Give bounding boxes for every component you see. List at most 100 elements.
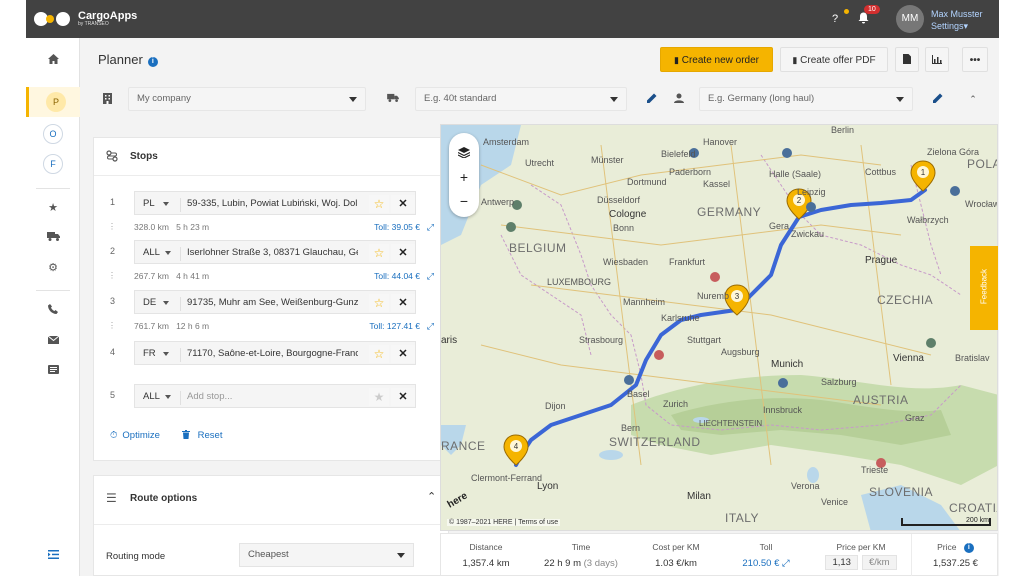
info-icon[interactable]: i [963, 543, 974, 553]
favorite-star-icon[interactable]: ☆ [369, 294, 389, 312]
route-map[interactable]: 1 2 3 4 + − Amsterdam Utrecht Antwerp BE… [440, 124, 998, 531]
expand-icon[interactable]: ⤢ [427, 271, 434, 282]
help-icon[interactable]: ? [828, 12, 842, 26]
ellipsis-icon: ••• [969, 55, 981, 66]
trash-icon [182, 430, 193, 441]
remove-stop-icon[interactable]: ✕ [391, 388, 415, 406]
map-label: Wałbrzych [907, 215, 949, 225]
map-label: Wiesbaden [603, 257, 649, 267]
home-icon[interactable] [40, 48, 66, 74]
favorite-star-icon[interactable]: ☆ [369, 195, 389, 213]
stop-address-input[interactable]: Iserlohner Straße 3, 08371 Glauchau, Ger… [180, 247, 358, 261]
logo[interactable]: CargoApps by TRANSEO [34, 8, 137, 30]
map-label: Trieste [861, 465, 889, 475]
create-offer-pdf-button[interactable]: ▮ Create offer PDF [780, 47, 888, 72]
map-label: Paderborn [669, 167, 712, 177]
mail-icon[interactable] [40, 328, 66, 354]
layers-icon[interactable] [449, 141, 479, 165]
feedback-tab[interactable]: Feedback [970, 246, 998, 330]
vehicle-select[interactable]: E.g. 40t standard [415, 87, 627, 111]
expand-icon[interactable]: ⤢ [427, 222, 434, 233]
optimize-button[interactable]: ⏱ Optimize [110, 430, 160, 441]
summary-cost: Cost per KM 1.03 €/km [631, 534, 721, 576]
region-select[interactable]: E.g. Germany (long haul) [699, 87, 913, 111]
truck-icon[interactable] [40, 225, 66, 251]
chevron-up-icon[interactable]: ⌃ [427, 490, 436, 503]
map-copyright[interactable]: © 1987–2021 HERE | Terms of use [447, 519, 561, 526]
avatar[interactable]: MM [896, 5, 924, 33]
routing-mode-select[interactable]: Cheapest [239, 543, 414, 567]
map-label: Wrocław [965, 199, 998, 209]
gear-icon[interactable]: ⚙ [40, 255, 66, 281]
user-menu[interactable]: Max Musster Settings▾ [931, 8, 983, 32]
summary-toll-value[interactable]: 210.50 € ⤢ [721, 558, 811, 569]
remove-stop-icon[interactable]: ✕ [391, 244, 415, 262]
zoom-in-button[interactable]: + [449, 165, 479, 189]
leg-toll[interactable]: Toll: 39.05 € [374, 222, 420, 232]
favorite-star-icon: ★ [369, 388, 389, 406]
price-per-km-input[interactable]: 1,13 [825, 555, 858, 570]
settings-link[interactable]: Settings▾ [931, 20, 983, 32]
map-label: Zwickau [791, 229, 825, 239]
chevron-down-icon [610, 97, 618, 102]
info-icon[interactable]: i [147, 57, 158, 67]
chevron-up-icon[interactable]: ⌃ [967, 93, 979, 105]
star-icon[interactable]: ★ [40, 195, 66, 221]
map-label: GERMANY [697, 205, 762, 219]
stop-address-input[interactable]: 71170, Saône-et-Loire, Bourgogne-Franche… [180, 348, 358, 362]
document-icon[interactable] [40, 358, 66, 384]
stop-address-input[interactable]: 59-335, Lubin, Powiat Lubiński, Woj. Dol… [180, 198, 358, 212]
favorite-star-icon[interactable]: ☆ [369, 244, 389, 262]
country-select[interactable]: ALL [143, 391, 160, 402]
chevron-down-icon [163, 202, 169, 206]
add-stop-input[interactable]: Add stop... [180, 391, 358, 405]
stops-panel-header: Stops [94, 138, 450, 176]
chevron-down-icon [163, 301, 169, 305]
pdf-export-button[interactable] [895, 47, 919, 72]
leg-dots-icon: ⋮ [108, 222, 116, 231]
sidebar-item-fleet[interactable]: F [43, 154, 63, 174]
country-select[interactable]: DE [143, 297, 156, 308]
company-select[interactable]: My company [128, 87, 366, 111]
truck-icon [387, 93, 399, 105]
stop-input-group: DE 91735, Muhr am See, Weißenburg-Gunzen… [134, 290, 416, 314]
routing-mode-value: Cheapest [248, 549, 289, 560]
expand-icon[interactable]: ⤢ [427, 321, 434, 332]
route-options-title[interactable]: Route options [130, 493, 197, 504]
country-select[interactable]: FR [143, 348, 156, 359]
chart-button[interactable] [925, 47, 949, 72]
sidebar-item-orders[interactable]: O [43, 124, 63, 144]
favorite-star-icon[interactable]: ☆ [369, 345, 389, 363]
leg-toll[interactable]: Toll: 44.04 € [374, 271, 420, 281]
create-new-order-button[interactable]: ▮ Create new order [660, 47, 773, 72]
remove-stop-icon[interactable]: ✕ [391, 345, 415, 363]
sidebar-item-planner[interactable]: P [26, 87, 80, 117]
route-options-panel: ☰ Route options ⌃ Routing mode Cheapest [93, 475, 450, 576]
page-title: Planner i [98, 52, 158, 67]
stop-number: 1 [110, 197, 116, 207]
leg-toll[interactable]: Toll: 127.41 € [369, 321, 420, 331]
map-label: Mannheim [623, 297, 666, 307]
collapse-sidebar-icon[interactable] [40, 543, 66, 569]
phone-icon[interactable] [40, 298, 66, 324]
country-select[interactable]: PL [143, 198, 155, 209]
stops-panel: Stops 1 PL 59-335, Lubin, Powiat Lubińsk… [93, 137, 450, 461]
map-label: Utrecht [525, 158, 555, 168]
country-select[interactable]: ALL [143, 247, 160, 258]
zoom-out-button[interactable]: − [449, 189, 479, 213]
reset-button[interactable]: Reset [182, 430, 222, 441]
stop-address-input[interactable]: 91735, Muhr am See, Weißenburg-Gunzenhau… [180, 297, 358, 311]
leg-dots-icon: ⋮ [108, 271, 116, 280]
leg-dots-icon: ⋮ [108, 321, 116, 330]
remove-stop-icon[interactable]: ✕ [391, 294, 415, 312]
summary-price-per-km-value[interactable]: 1,13 €/km [811, 555, 911, 570]
remove-stop-icon[interactable]: ✕ [391, 195, 415, 213]
feedback-label: Feedback [979, 268, 989, 305]
sidebar-item-label: P [46, 92, 66, 112]
map-label: AUSTRIA [853, 393, 909, 407]
bell-icon[interactable] [856, 12, 870, 26]
pencil-icon[interactable] [646, 93, 658, 105]
route-icon [106, 150, 118, 165]
more-options-button[interactable]: ••• [962, 47, 988, 72]
pencil-icon[interactable] [932, 93, 944, 105]
